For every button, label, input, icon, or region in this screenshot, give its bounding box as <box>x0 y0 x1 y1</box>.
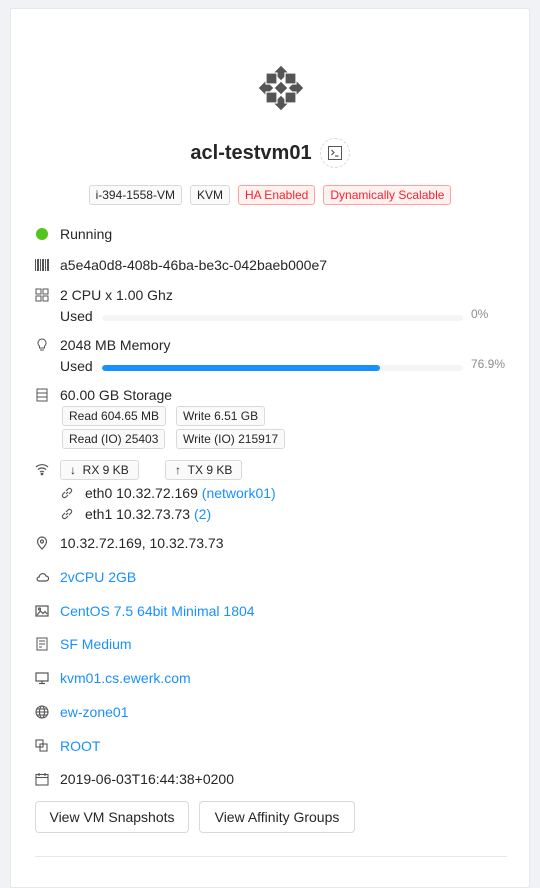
link-icon <box>60 507 74 521</box>
domain-link[interactable]: ROOT <box>60 738 100 754</box>
cloud-icon <box>35 570 49 584</box>
tag-hypervisor: KVM <box>189 185 230 205</box>
block-icon <box>35 739 49 753</box>
created-row: 2019-06-03T16:44:38+0200 <box>35 771 234 787</box>
network-tx-tag: ↑ TX 9 KB <box>165 460 243 480</box>
nic-eth1-network-link[interactable]: (2) <box>194 506 211 522</box>
cpu-label: 2 CPU x 1.00 Ghz <box>60 287 173 303</box>
desktop-icon <box>35 671 49 685</box>
centos-logo-icon <box>256 63 306 113</box>
uuid-row: a5e4a0d8-408b-46ba-be3c-042baeb000e7 <box>35 257 327 273</box>
vm-tags: i-394-1558-VM KVM HA Enabled Dynamically… <box>11 185 529 205</box>
terminal-icon <box>327 146 342 160</box>
storage-row: 60.00 GB Storage <box>35 387 172 403</box>
nic-row-eth1: eth1 10.32.73.73 (2) <box>60 506 211 522</box>
domain-row: ROOT <box>35 738 100 754</box>
bulb-icon <box>35 338 49 352</box>
vm-name: acl-testvm01 <box>190 141 312 164</box>
storage-write-io-tag: Write (IO) 215917 <box>176 429 286 449</box>
console-button[interactable] <box>319 138 350 168</box>
cpu-icon <box>35 288 49 302</box>
cpu-usage-bar <box>102 315 463 321</box>
storage-read-tag: Read 604.65 MB <box>62 406 167 426</box>
arrow-up-icon: ↑ <box>175 463 181 477</box>
barcode-icon <box>35 258 49 272</box>
ip-addresses-text: 10.32.72.169, 10.32.73.73 <box>60 535 224 551</box>
tag-ha-enabled: HA Enabled <box>237 185 316 205</box>
storage-label: 60.00 GB Storage <box>60 387 173 403</box>
host-link[interactable]: kvm01.cs.ewerk.com <box>60 670 191 686</box>
status-dot-icon <box>35 227 49 241</box>
uuid-text: a5e4a0d8-408b-46ba-be3c-042baeb000e7 <box>60 257 328 273</box>
tag-dynamically-scalable: Dynamically Scalable <box>323 185 452 205</box>
network-row <box>35 462 60 476</box>
nic-row-eth0: eth0 10.32.72.169 (network01) <box>60 485 276 501</box>
memory-used-label: Used <box>60 358 93 374</box>
status-text: Running <box>60 226 113 242</box>
hdd-icon <box>35 637 49 651</box>
template-link[interactable]: CentOS 7.5 64bit Minimal 1804 <box>60 603 255 619</box>
memory-usage-bar <box>102 365 463 371</box>
location-icon <box>35 536 49 550</box>
cpu-used-percent: 0% <box>471 307 489 321</box>
cpu-row: 2 CPU x 1.00 Ghz <box>35 287 173 303</box>
arrow-down-icon: ↓ <box>70 463 76 477</box>
memory-usage-fill <box>102 365 380 371</box>
disk-offering-row: SF Medium <box>35 636 132 652</box>
created-date-text: 2019-06-03T16:44:38+0200 <box>60 771 234 787</box>
vm-name-row: acl-testvm01 <box>11 137 529 169</box>
memory-label: 2048 MB Memory <box>60 337 171 353</box>
nic-eth0-network-link[interactable]: (network01) <box>202 485 276 501</box>
service-offering-link[interactable]: 2vCPU 2GB <box>60 569 136 585</box>
calendar-icon <box>35 772 49 786</box>
database-icon <box>35 388 49 402</box>
memory-used-percent: 76.9% <box>471 357 506 371</box>
network-rx-text: RX 9 KB <box>82 463 129 477</box>
section-divider <box>35 856 507 857</box>
disk-offering-link[interactable]: SF Medium <box>60 636 132 652</box>
nic-eth0-text: eth0 10.32.72.169 <box>85 485 198 501</box>
vm-details-card: acl-testvm01 i-394-1558-VM KVM HA Enable… <box>10 8 530 888</box>
host-row: kvm01.cs.ewerk.com <box>35 670 191 686</box>
picture-icon <box>35 604 49 618</box>
status-row: Running <box>35 226 112 242</box>
memory-row: 2048 MB Memory <box>35 337 170 353</box>
nic-eth1-text: eth1 10.32.73.73 <box>85 506 191 522</box>
network-rx-tag: ↓ RX 9 KB <box>60 460 139 480</box>
storage-read-io-tag: Read (IO) 25403 <box>62 429 166 449</box>
zone-row: ew-zone01 <box>35 704 129 720</box>
wifi-icon <box>35 462 49 476</box>
link-icon <box>60 486 74 500</box>
cpu-used-label: Used <box>60 308 93 324</box>
tag-instance-id: i-394-1558-VM <box>88 185 182 205</box>
global-icon <box>35 705 49 719</box>
template-row: CentOS 7.5 64bit Minimal 1804 <box>35 603 255 619</box>
service-offering-row: 2vCPU 2GB <box>35 569 136 585</box>
view-affinity-groups-button[interactable]: View Affinity Groups <box>199 801 355 833</box>
view-vm-snapshots-button[interactable]: View VM Snapshots <box>35 801 189 833</box>
network-tx-text: TX 9 KB <box>187 463 233 477</box>
ip-row: 10.32.72.169, 10.32.73.73 <box>35 535 223 551</box>
zone-link[interactable]: ew-zone01 <box>60 704 129 720</box>
storage-write-tag: Write 6.51 GB <box>176 406 266 426</box>
